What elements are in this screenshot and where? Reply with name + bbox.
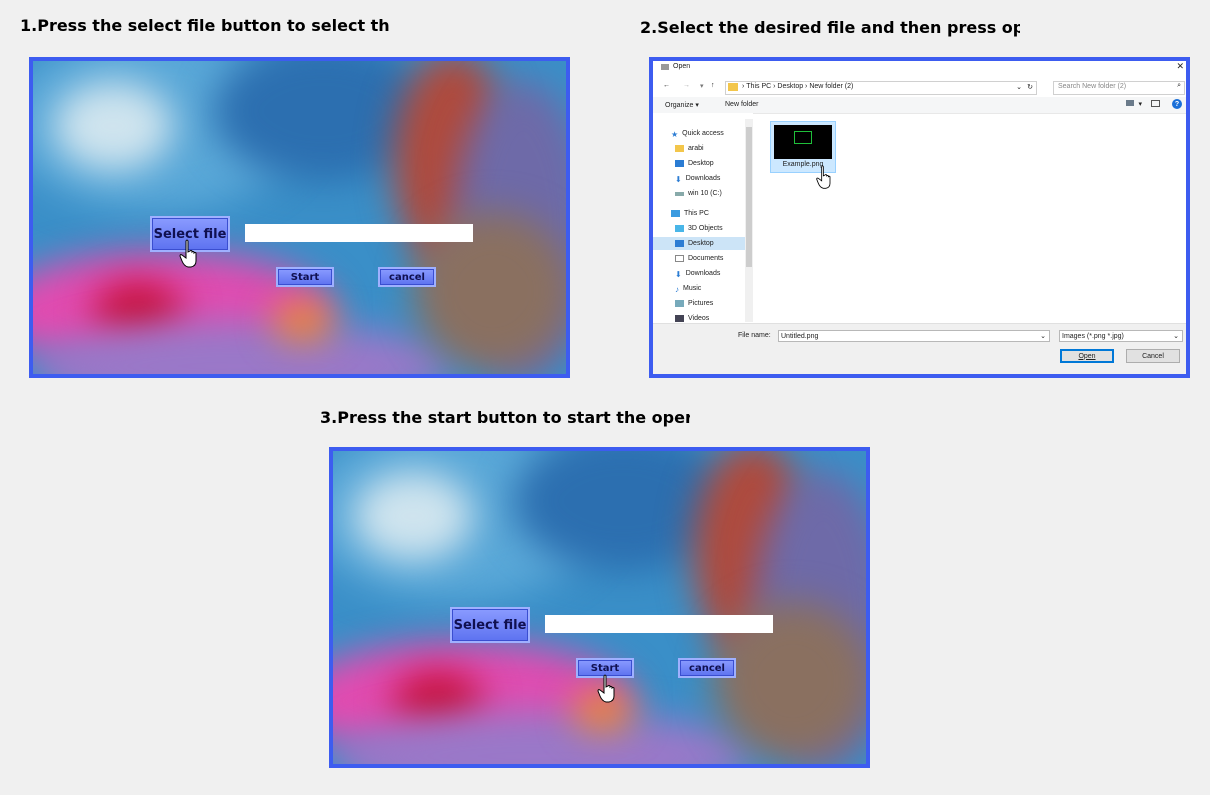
step-1-title: 1.Press the select file button to select… <box>20 16 390 35</box>
dialog-window-icon <box>661 64 669 70</box>
app-screenshot-step-3: Select file Start cancel <box>329 447 870 768</box>
dialog-title: Open <box>673 63 691 70</box>
file-name-input[interactable]: Untitled.png ⌄ <box>778 330 1050 342</box>
app-screenshot-step-1: Select file Start cancel <box>29 57 570 378</box>
cube-icon <box>675 225 684 232</box>
address-bar[interactable]: › This PC › Desktop › New folder (2) ⌄ ↻ <box>725 81 1037 95</box>
hand-cursor-icon <box>179 239 197 268</box>
preview-pane-icon[interactable] <box>1151 100 1160 107</box>
video-icon <box>675 315 684 322</box>
navigation-pane: ★ Quick access arabi Desktop ⬇ Downloads w… <box>653 113 753 324</box>
nav-item-3d-objects[interactable]: 3D Objects <box>675 222 723 235</box>
breadcrumb-this-pc[interactable]: This PC <box>746 83 771 90</box>
nav-scrollbar-thumb[interactable] <box>746 127 752 267</box>
file-path-field[interactable] <box>545 615 773 633</box>
folder-icon <box>675 145 684 152</box>
hand-cursor-icon <box>816 165 831 189</box>
open-file-dialog: Open ✕ ← → ▾ ↑ › This PC › Desktop › New… <box>653 61 1186 374</box>
file-path-field[interactable] <box>245 224 473 242</box>
breadcrumb-desktop[interactable]: Desktop <box>777 83 803 90</box>
address-dropdown-icon[interactable]: ⌄ <box>1016 83 1022 91</box>
open-button[interactable]: Open <box>1060 349 1114 363</box>
up-arrow-icon[interactable]: ↑ <box>711 82 715 89</box>
file-name-dropdown-icon[interactable]: ⌄ <box>1040 332 1046 340</box>
open-dialog-screenshot-step-2: Open ✕ ← → ▾ ↑ › This PC › Desktop › New… <box>649 57 1190 378</box>
desktop-icon <box>675 240 684 247</box>
nav-item-drive-c[interactable]: win 10 (C:) <box>675 187 722 200</box>
breadcrumb-new-folder[interactable]: New folder (2) <box>809 83 853 90</box>
back-arrow-icon[interactable]: ← <box>663 82 670 89</box>
nav-item-quick-access[interactable]: ★ Quick access <box>671 127 724 140</box>
view-options-icon[interactable] <box>1126 100 1134 106</box>
file-type-select[interactable]: Images (*.png *.jpg) ⌄ <box>1059 330 1183 342</box>
organize-menu[interactable]: Organize ▾ <box>665 101 699 109</box>
image-thumbnail <box>774 125 832 159</box>
refresh-icon[interactable]: ↻ <box>1027 83 1033 91</box>
search-icon: ⌕ <box>1177 82 1181 89</box>
music-icon: ♪ <box>675 285 679 294</box>
blurred-background-image <box>333 451 866 764</box>
help-icon[interactable]: ? <box>1172 99 1182 109</box>
dialog-cancel-button[interactable]: Cancel <box>1126 349 1180 363</box>
nav-item-downloads[interactable]: ⬇ Downloads <box>675 267 720 280</box>
nav-item-desktop-quick[interactable]: Desktop <box>675 157 714 170</box>
nav-item-downloads-quick[interactable]: ⬇ Downloads <box>675 172 720 185</box>
nav-item-desktop[interactable]: Desktop <box>653 237 753 250</box>
star-icon: ★ <box>671 130 679 139</box>
dialog-toolbar: Organize ▾ New folder ▾ ? <box>653 97 1186 114</box>
file-name-label: File name: <box>738 332 771 339</box>
cancel-button[interactable]: cancel <box>678 658 736 678</box>
nav-item-this-pc[interactable]: This PC <box>671 207 709 220</box>
new-folder-button[interactable]: New folder <box>725 101 758 108</box>
drive-icon <box>675 191 684 196</box>
search-box[interactable]: Search New folder (2) ⌕ <box>1053 81 1185 95</box>
step-3-title: 3.Press the start button to start the op… <box>320 408 690 427</box>
blurred-background-image <box>33 61 566 374</box>
folder-icon <box>728 83 738 91</box>
recent-dropdown-icon[interactable]: ▾ <box>700 82 704 90</box>
view-dropdown-icon[interactable]: ▾ <box>1138 100 1142 108</box>
nav-item-music[interactable]: ♪ Music <box>675 282 701 295</box>
desktop-icon <box>675 160 684 167</box>
dialog-footer: File name: Untitled.png ⌄ Images (*.png … <box>653 323 1186 374</box>
nav-item-arabi[interactable]: arabi <box>675 142 704 155</box>
hand-cursor-icon <box>597 674 615 703</box>
computer-icon <box>671 210 680 217</box>
download-icon: ⬇ <box>675 270 682 279</box>
step-2-title: 2.Select the desired file and then press… <box>640 18 1020 37</box>
nav-item-documents[interactable]: Documents <box>675 252 723 265</box>
select-file-button[interactable]: Select file <box>450 607 530 643</box>
search-placeholder: Search New folder (2) <box>1058 83 1127 90</box>
cancel-button[interactable]: cancel <box>378 267 436 287</box>
forward-arrow-icon[interactable]: → <box>683 82 690 89</box>
close-icon[interactable]: ✕ <box>1176 61 1184 72</box>
download-icon: ⬇ <box>675 175 682 184</box>
document-icon <box>675 255 684 262</box>
file-type-dropdown-icon[interactable]: ⌄ <box>1173 332 1179 340</box>
nav-item-pictures[interactable]: Pictures <box>675 297 713 310</box>
start-button[interactable]: Start <box>276 267 334 287</box>
pictures-icon <box>675 300 684 307</box>
nav-scrollbar[interactable] <box>745 119 753 322</box>
